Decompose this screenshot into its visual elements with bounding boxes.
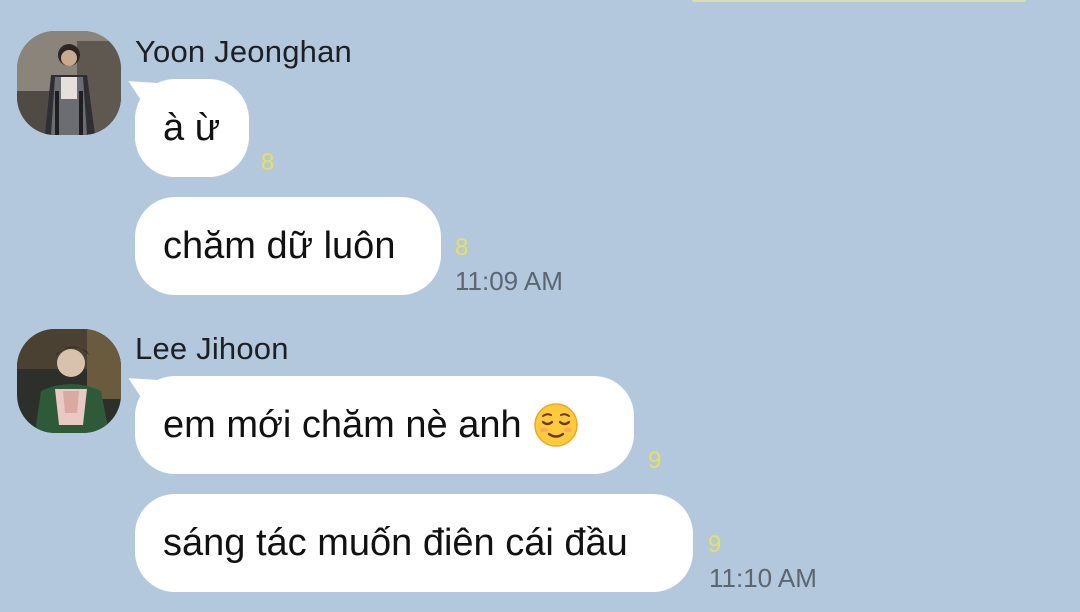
relieved-face-emoji-icon	[533, 403, 578, 447]
avatar-lee-jihoon[interactable]	[17, 329, 121, 433]
message-bubble[interactable]: sáng tác muốn điên cái đầu	[135, 494, 693, 592]
message-text: chăm dữ luôn	[163, 224, 396, 267]
sender-name: Lee Jihoon	[135, 331, 289, 366]
sender-name: Yoon Jeonghan	[135, 34, 352, 69]
unread-count: 9	[708, 531, 722, 558]
message-bubble[interactable]: à ừ	[135, 79, 249, 177]
message-text: sáng tác muốn điên cái đầu	[163, 521, 628, 564]
avatar-yoon-jeonghan[interactable]	[17, 31, 121, 135]
unread-count: 8	[455, 234, 469, 261]
message-text: à ừ	[163, 106, 221, 149]
unread-count: 8	[261, 149, 275, 176]
message-bubble[interactable]: em mới chăm nè anh	[135, 376, 634, 474]
unread-count: 9	[648, 447, 662, 474]
profile-photo-icon	[17, 31, 121, 135]
message-timestamp: 11:09 AM	[455, 266, 563, 296]
profile-photo-icon	[17, 329, 121, 433]
message-timestamp: 11:10 AM	[709, 563, 817, 593]
message-text: em mới chăm nè anh	[163, 403, 522, 446]
top-bubble-edge	[692, 0, 1026, 2]
message-bubble[interactable]: chăm dữ luôn	[135, 197, 441, 295]
